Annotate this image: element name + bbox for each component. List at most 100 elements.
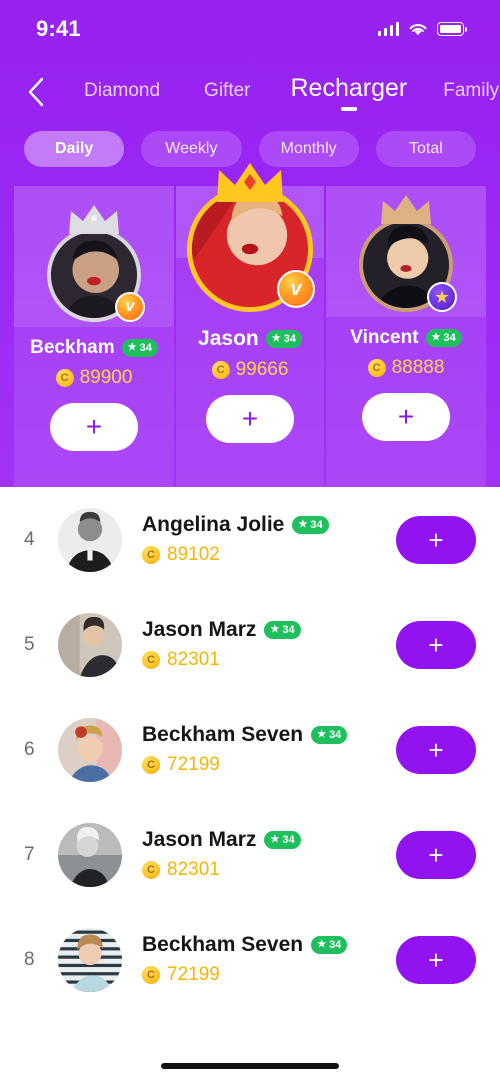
filter-pill-total[interactable]: Total	[375, 131, 476, 167]
level-badge: ★ 34	[311, 726, 348, 744]
row-name: Jason Marz ★ 34	[142, 828, 396, 852]
coin-icon: C	[142, 966, 160, 984]
star-glyph: ★	[317, 729, 327, 740]
rank-number: 4	[24, 528, 35, 550]
podium-name-third: Vincent ★ 34	[326, 327, 486, 349]
row-info: Angelina Jolie ★ 34 C 89102	[142, 513, 396, 566]
row-info: Jason Marz ★ 34 C 82301	[142, 618, 396, 671]
top-nav: Diamond Gifter Recharger Family	[0, 68, 500, 116]
podium-avatar-wrap-third[interactable]: ★	[359, 195, 457, 312]
level-value: 34	[282, 834, 295, 846]
status-icons	[377, 22, 468, 37]
podium-coins-first: C 99666	[170, 359, 330, 381]
star-glyph: ★	[435, 289, 449, 306]
rank-number: 8	[24, 948, 35, 970]
podium-name-third-text: Vincent	[350, 327, 419, 348]
coin-icon: C	[367, 359, 386, 377]
level-value: 34	[329, 939, 342, 951]
level-badge: ★ 34	[264, 831, 301, 849]
active-tab-underline	[340, 106, 357, 111]
row-coins: C 89102	[142, 544, 396, 566]
level-badge: ★ 34	[292, 516, 329, 534]
follow-button-first[interactable]: +	[206, 395, 294, 443]
row-coins-value: 72199	[167, 754, 220, 775]
avatar	[58, 612, 122, 677]
rank-number: 7	[24, 843, 35, 865]
level-badge: ★ 34	[425, 329, 462, 347]
nav-tab-family[interactable]: Family	[443, 80, 499, 110]
verified-v-badge-icon: v	[115, 292, 145, 322]
star-glyph: ★	[271, 333, 281, 344]
avatar	[58, 822, 122, 887]
back-chevron-icon[interactable]	[12, 68, 60, 116]
leaderboard-screen: 9:41 Diamond Gifter Recharger Family Dai…	[0, 0, 500, 1083]
coin-icon: C	[55, 369, 74, 387]
avatar	[58, 717, 122, 782]
row-coins-value: 89102	[167, 544, 220, 565]
level-value: 34	[443, 332, 456, 344]
podium-coins-third: C 88888	[326, 357, 486, 379]
home-indicator	[161, 1063, 339, 1069]
follow-button-second[interactable]: +	[50, 403, 138, 451]
row-name-text: Jason Marz	[142, 828, 257, 851]
podium-coins-second: C 89900	[14, 367, 174, 389]
podium: v Beckham ★ 34 C 89900 + v Jason ★ 34 C …	[0, 163, 500, 487]
bronze-crown-icon	[381, 195, 431, 224]
podium-name-first-text: Jason	[198, 327, 259, 350]
podium-name-second: Beckham ★ 34	[14, 337, 174, 359]
row-name-text: Angelina Jolie	[142, 513, 285, 536]
row-name: Beckham Seven ★ 34	[142, 933, 396, 957]
table-row[interactable]: 5 Jason Marz ★ 34 C 82301 +	[0, 592, 500, 697]
filter-pill-daily[interactable]: Daily	[24, 131, 125, 167]
podium-avatar-wrap-first[interactable]: v	[187, 163, 315, 312]
row-coins-value: 72199	[167, 964, 220, 985]
row-name: Beckham Seven ★ 34	[142, 723, 396, 747]
silver-crown-icon	[69, 205, 119, 234]
level-value: 34	[139, 342, 152, 354]
nav-tab-recharger[interactable]: Recharger	[291, 74, 407, 111]
rank-number: 5	[24, 633, 35, 655]
podium-avatar-wrap-second[interactable]: v	[47, 205, 145, 322]
table-row[interactable]: 4 Angelina Jolie ★ 34 C 89102 +	[0, 487, 500, 592]
follow-button[interactable]: +	[396, 515, 476, 564]
star-glyph: ★	[270, 834, 280, 845]
star-glyph: ★	[127, 342, 137, 353]
podium-winner-third: ★ Vincent ★ 34 C 88888 +	[326, 195, 486, 441]
signal-bars-icon	[377, 22, 399, 36]
row-name-text: Beckham Seven	[142, 933, 304, 956]
podium-name-second-text: Beckham	[30, 337, 115, 358]
avatar	[58, 507, 122, 572]
row-info: Jason Marz ★ 34 C 82301	[142, 828, 396, 881]
podium-winner-first: v Jason ★ 34 C 99666 +	[170, 163, 330, 443]
level-value: 34	[282, 624, 295, 636]
level-value: 34	[329, 729, 342, 741]
coin-icon: C	[142, 651, 160, 669]
level-badge: ★ 34	[264, 621, 301, 639]
podium-coins-third-value: 88888	[391, 357, 445, 378]
level-value: 34	[283, 333, 296, 345]
status-time: 9:41	[36, 16, 81, 41]
row-info: Beckham Seven ★ 34 C 72199	[142, 933, 396, 986]
row-name-text: Jason Marz	[142, 618, 257, 641]
follow-button[interactable]: +	[396, 620, 476, 669]
row-coins: C 82301	[142, 859, 396, 881]
follow-button[interactable]: +	[396, 725, 476, 774]
follow-button-third[interactable]: +	[362, 393, 450, 441]
star-glyph: ★	[317, 939, 327, 950]
row-coins: C 82301	[142, 649, 396, 671]
row-name: Angelina Jolie ★ 34	[142, 513, 396, 537]
nav-items: Diamond Gifter Recharger Family	[60, 74, 500, 111]
table-row[interactable]: 7 Jason Marz ★ 34 C 82301 +	[0, 802, 500, 907]
nav-tab-gifter[interactable]: Gifter	[204, 80, 250, 110]
star-badge-icon: ★	[427, 282, 457, 312]
follow-button[interactable]: +	[396, 830, 476, 879]
nav-tab-diamond[interactable]: Diamond	[84, 80, 160, 110]
wifi-icon	[409, 23, 427, 35]
table-row[interactable]: 8 Beckham Seven ★ 34 C 72199 +	[0, 907, 500, 1012]
avatar	[58, 927, 122, 992]
table-row[interactable]: 6 Beckham Seven ★ 34 C 72199 +	[0, 697, 500, 802]
coin-icon: C	[142, 756, 160, 774]
coin-icon: C	[142, 861, 160, 879]
row-info: Beckham Seven ★ 34 C 72199	[142, 723, 396, 776]
follow-button[interactable]: +	[396, 935, 476, 984]
